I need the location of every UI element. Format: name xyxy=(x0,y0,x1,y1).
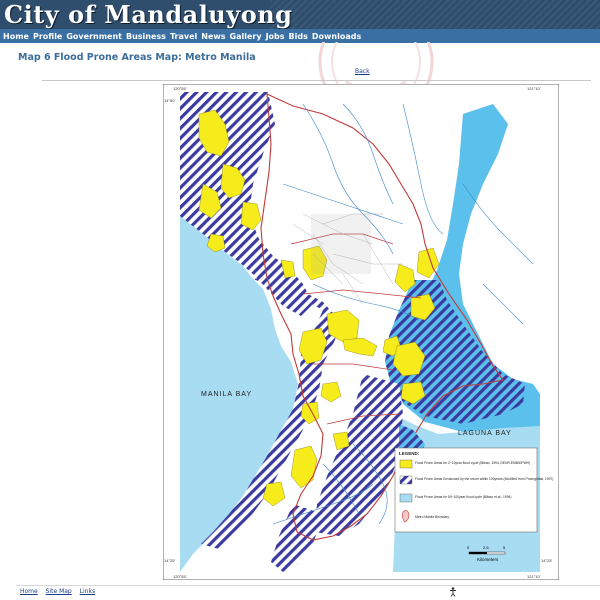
back-link[interactable]: Back xyxy=(355,68,370,75)
footer-link-sitemap[interactable]: Site Map xyxy=(46,588,72,595)
legend-title: LEGEND: xyxy=(399,451,420,456)
coord-left-top: 14°50' xyxy=(164,98,175,103)
nav-downloads[interactable]: Downloads xyxy=(312,32,361,41)
coord-bottom-right: 121°10' xyxy=(527,574,541,579)
main-nav: Home Profile Government Business Travel … xyxy=(0,29,600,43)
urban-core xyxy=(311,214,371,274)
footer-link-home[interactable]: Home xyxy=(20,588,38,595)
legend-swatch-lightblue xyxy=(399,493,413,503)
legend-item-4: Metro Manila Boundary xyxy=(415,515,449,519)
manila-bay-label: MANILA BAY xyxy=(201,391,252,398)
footer: Home Site Map Links xyxy=(20,588,101,595)
map-legend: LEGEND: Flood Prone Areas for 2~10year f… xyxy=(394,447,553,533)
coord-right-bottom: 14°25' xyxy=(541,558,552,563)
nav-news[interactable]: News xyxy=(201,32,225,41)
legend-swatch-hatch xyxy=(399,475,413,485)
nav-jobs[interactable]: Jobs xyxy=(266,32,285,41)
footer-divider xyxy=(16,585,600,586)
laguna-bay-label: LAGUNA BAY xyxy=(458,430,512,437)
scale-unit: Kilometers xyxy=(477,557,499,562)
legend-item-1: Flood Prone Areas for 2~10year flood cyc… xyxy=(415,461,530,465)
header-pattern xyxy=(270,0,600,29)
nav-government[interactable]: Government xyxy=(66,32,122,41)
divider xyxy=(42,80,591,81)
legend-item-3: Flood Prone Areas for 50~100year flood c… xyxy=(415,495,512,499)
nav-home[interactable]: Home xyxy=(3,32,29,41)
site-header: City of Mandaluyong xyxy=(0,0,600,29)
nav-gallery[interactable]: Gallery xyxy=(230,32,262,41)
svg-text:2.5: 2.5 xyxy=(483,545,489,550)
legend-swatch-yellow xyxy=(399,459,413,469)
coord-top-right: 121°10' xyxy=(527,86,541,91)
coord-top-left: 120°55' xyxy=(173,86,187,91)
nav-profile[interactable]: Profile xyxy=(33,32,62,41)
coord-bottom-left: 120°55' xyxy=(173,574,187,579)
nav-bids[interactable]: Bids xyxy=(289,32,308,41)
coord-left-bottom: 14°25' xyxy=(164,558,175,563)
site-title[interactable]: City of Mandaluyong xyxy=(4,0,292,29)
legend-item-2: Flood Prone Areas Envisioned by the retu… xyxy=(415,477,553,481)
nav-travel[interactable]: Travel xyxy=(170,32,197,41)
flood-prone-map: MANILA BAY LAGUNA BAY 120°55' 121°10' 12… xyxy=(163,84,559,580)
footer-link-links[interactable]: Links xyxy=(80,588,95,595)
accessibility-icon[interactable] xyxy=(449,587,457,597)
page-title: Map 6 Flood Prone Areas Map: Metro Manil… xyxy=(18,52,256,63)
nav-business[interactable]: Business xyxy=(126,32,166,41)
